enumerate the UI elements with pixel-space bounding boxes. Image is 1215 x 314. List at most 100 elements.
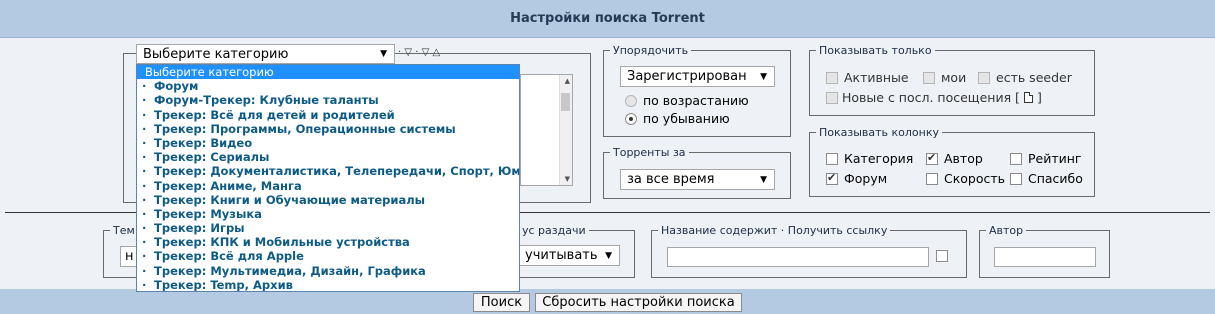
dropdown-option[interactable]: · Трекер: Книги и Обучающие материалы	[137, 193, 519, 207]
dropdown-option[interactable]: · Трекер: Сериалы	[137, 150, 519, 164]
column-category-label: Категория	[844, 151, 914, 166]
topic-select-value: н	[125, 249, 134, 264]
column-author-option[interactable]: Автор	[926, 151, 983, 166]
filter-seeder-option[interactable]: есть seeder	[978, 70, 1072, 85]
get-link[interactable]: Получить ссылку	[788, 224, 888, 237]
bullet-icon: ·	[142, 93, 147, 108]
bullet-icon: ·	[142, 263, 147, 278]
column-author-label: Автор	[944, 151, 983, 166]
dropdown-option[interactable]: · Трекер: Аниме, Манга	[137, 179, 519, 193]
dropdown-option[interactable]: · Трекер: Музыка	[137, 207, 519, 221]
status-select[interactable]: учитывать ▼	[519, 245, 620, 266]
dropdown-option[interactable]: · Трекер: Temp, Архив	[137, 277, 519, 292]
scroll-thumb[interactable]	[561, 93, 570, 111]
dropdown-option[interactable]: · Трекер: Всё для детей и родителей	[137, 108, 519, 122]
filter-active-option[interactable]: Активные	[826, 70, 909, 85]
dropdown-option[interactable]: · Трекер: Видео	[137, 136, 519, 150]
dropdown-option[interactable]: · Форум	[137, 79, 519, 93]
chevron-down-icon: ▼	[380, 49, 387, 59]
scroll-up-icon[interactable]: ▲	[565, 77, 570, 85]
dropdown-option[interactable]: · Трекер: Игры	[137, 221, 519, 235]
column-rating-option[interactable]: Рейтинг	[1010, 151, 1082, 166]
filter-seeder-label: есть seeder	[996, 70, 1072, 85]
title-contains-legend: Название содержит · Получить ссылку	[658, 224, 890, 237]
filter-new-checkbox[interactable]	[826, 91, 838, 104]
show-only-legend: Показывать только	[819, 44, 932, 57]
order-desc-label: по убыванию	[643, 111, 730, 126]
show-columns-legend: Показывать колонку	[819, 126, 940, 139]
search-button[interactable]: Поиск	[473, 293, 530, 312]
column-category-checkbox[interactable]	[826, 152, 838, 165]
period-select[interactable]: за все время ▼	[620, 169, 775, 190]
author-input[interactable]	[994, 247, 1096, 267]
order-desc-radio[interactable]	[625, 112, 637, 125]
period-select-value: за все время	[627, 172, 715, 187]
order-select-value: Зарегистрирован	[627, 69, 747, 84]
column-thanks-label: Спасибо	[1028, 171, 1083, 186]
legend-separator-dot: ·	[780, 224, 788, 237]
column-category-option[interactable]: Категория	[826, 151, 913, 166]
column-forum-option[interactable]: Форум	[826, 171, 887, 186]
chevron-down-icon: ▼	[760, 174, 767, 185]
period-legend: Торренты за	[613, 146, 686, 159]
page-title: Настройки поиска Torrent	[510, 11, 705, 26]
filter-active-checkbox[interactable]	[826, 71, 838, 84]
column-forum-checkbox[interactable]	[826, 171, 838, 185]
column-speed-option[interactable]: Скорость	[926, 171, 1005, 186]
bullet-icon: ·	[142, 206, 147, 221]
column-author-checkbox[interactable]	[926, 151, 938, 165]
dropdown-option[interactable]: · Форум-Трекер: Клубные таланты	[137, 93, 519, 107]
topic-select[interactable]: н	[120, 246, 137, 267]
category-select-value: Выберите категорию	[143, 46, 289, 62]
filter-new-option[interactable]: Новые с посл. посещения [ ]	[826, 90, 1042, 105]
order-asc-radio[interactable]	[625, 94, 637, 107]
bullet-icon: ·	[142, 164, 147, 179]
reset-button[interactable]: Сбросить настройки поиска	[535, 293, 742, 312]
dropdown-option[interactable]: Выберите категорию	[137, 65, 519, 80]
order-asc-option[interactable]: по возрастанию	[625, 93, 749, 108]
order-select[interactable]: Зарегистрирован ▼	[620, 66, 775, 87]
column-thanks-option[interactable]: Спасибо	[1010, 171, 1083, 186]
document-icon	[1023, 92, 1033, 103]
category-select[interactable]: Выберите категорию ▼	[136, 44, 395, 64]
filter-mine-label: мои	[941, 70, 967, 85]
order-desc-option[interactable]: по убыванию	[625, 111, 730, 126]
category-listbox[interactable]: ▲ ▼	[520, 74, 573, 186]
dropdown-option[interactable]: · Трекер: Программы, Операционные системы	[137, 122, 519, 136]
category-dropdown-list[interactable]: Выберите категорию · Форум · Форум-Трекер:…	[136, 64, 520, 292]
title-contains-input[interactable]	[667, 247, 929, 267]
bullet-icon: ·	[142, 249, 147, 264]
filter-seeder-checkbox[interactable]	[978, 71, 990, 84]
scroll-down-icon[interactable]: ▼	[565, 175, 570, 183]
order-legend: Упорядочить	[613, 44, 689, 57]
title-contains-checkbox[interactable]	[936, 250, 948, 262]
bullet-icon: ·	[142, 135, 147, 150]
bullet-icon: ·	[142, 107, 147, 122]
dropdown-option[interactable]: · Трекер: Всё для Apple	[137, 249, 519, 263]
bullet-icon: ·	[142, 221, 147, 236]
topic-legend: Тем	[113, 224, 135, 237]
bullet-icon: ·	[142, 277, 147, 292]
filter-mine-checkbox[interactable]	[923, 71, 935, 84]
order-asc-label: по возрастанию	[643, 93, 749, 108]
bullet-icon: ·	[142, 121, 147, 136]
dropdown-option[interactable]: · Трекер: КПК и Мобильные устройства	[137, 235, 519, 249]
chevron-down-icon: ▼	[605, 250, 612, 261]
filter-new-label: Новые с посл. посещения [	[842, 90, 1020, 105]
chevron-down-icon: ▼	[760, 71, 767, 82]
listbox-scrollbar[interactable]	[559, 75, 572, 185]
bullet-icon: ·	[142, 235, 147, 250]
dropdown-option[interactable]: · Трекер: Мультимедиа, Дизайн, Графика	[137, 264, 519, 278]
dropdown-option[interactable]: · Трекер: Документалистика, Телепередачи,…	[137, 164, 519, 178]
column-speed-checkbox[interactable]	[926, 172, 938, 185]
column-speed-label: Скорость	[944, 171, 1006, 186]
column-forum-label: Форум	[844, 171, 888, 186]
filter-mine-option[interactable]: мои	[923, 70, 966, 85]
column-thanks-checkbox[interactable]	[1010, 172, 1022, 185]
tree-toggle-icons[interactable]: · ▽ · ▽ △	[398, 47, 440, 58]
author-legend: Автор	[989, 224, 1024, 237]
status-legend: ус раздачи	[522, 224, 586, 237]
bullet-icon: ·	[142, 79, 147, 94]
bullet-icon: ·	[142, 150, 147, 165]
column-rating-checkbox[interactable]	[1010, 152, 1022, 165]
